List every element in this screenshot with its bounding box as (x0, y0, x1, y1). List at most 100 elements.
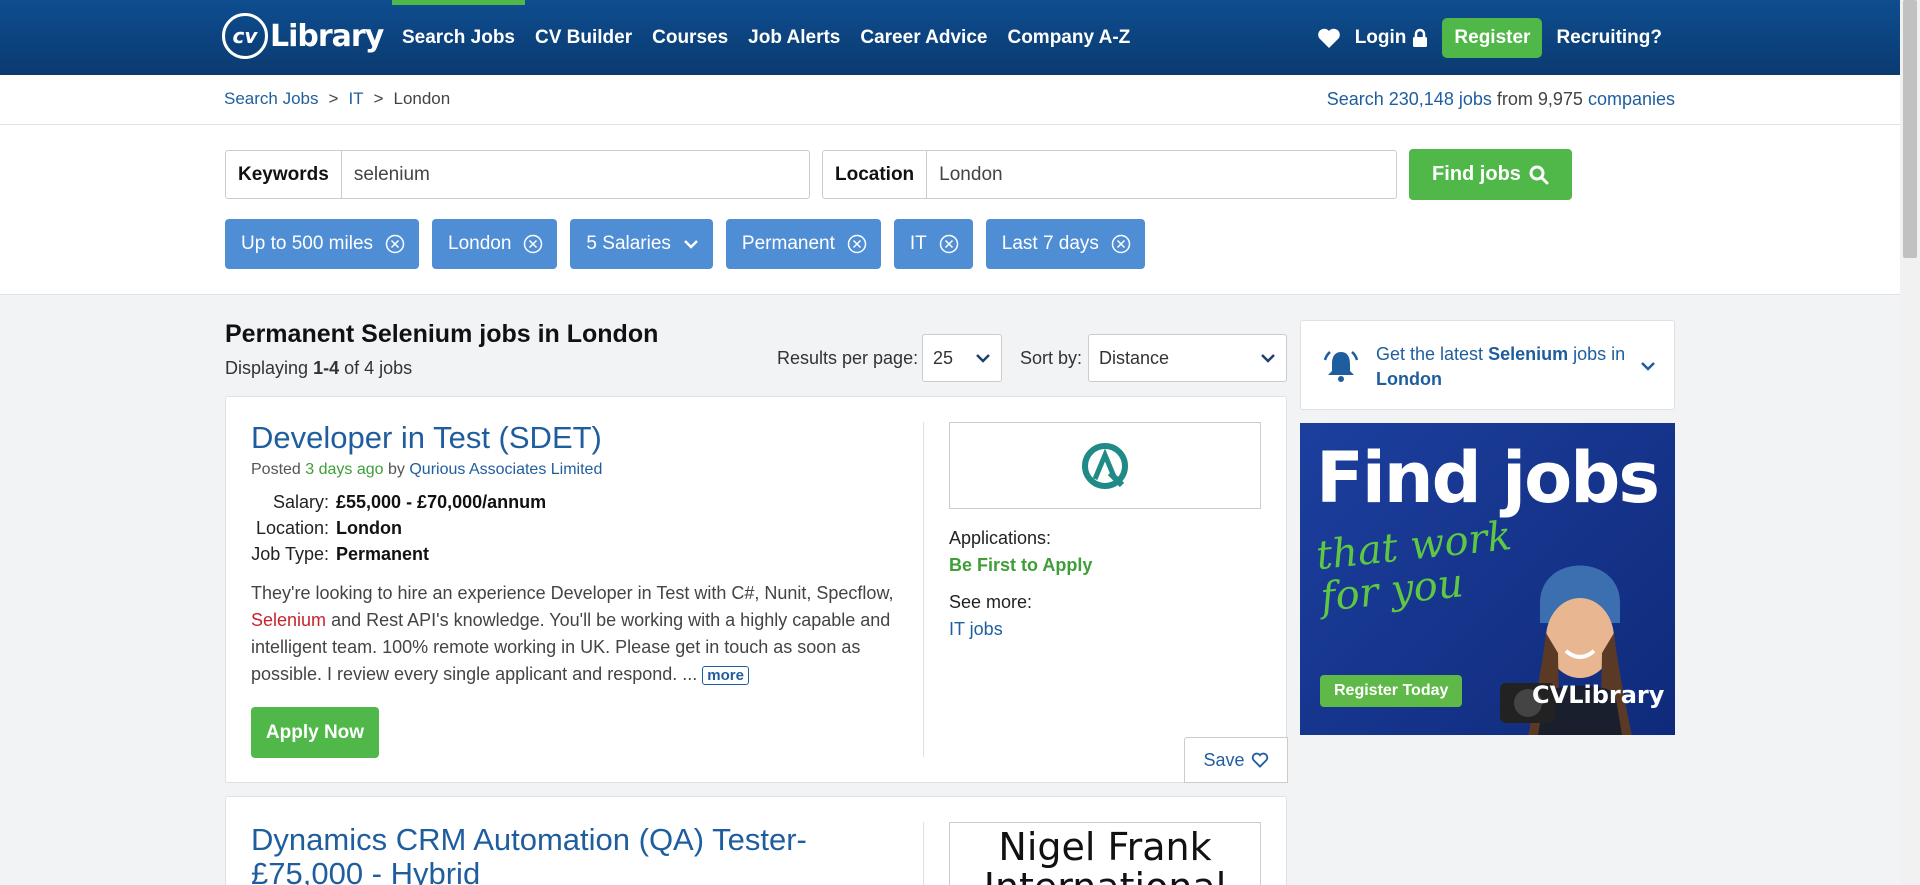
see-more-link[interactable]: IT jobs (949, 616, 1092, 643)
displaying-suffix: of 4 jobs (344, 358, 413, 378)
close-circle-icon[interactable] (847, 234, 867, 254)
close-circle-icon[interactable] (385, 234, 405, 254)
posted-prefix: Posted (251, 461, 301, 478)
stats-companies-link[interactable]: companies (1588, 89, 1675, 109)
sort-select[interactable]: Distance (1088, 334, 1287, 382)
chevron-down-icon (1261, 354, 1275, 363)
scrollbar-thumb[interactable] (1903, 0, 1917, 258)
nav-cv-builder[interactable]: CV Builder (525, 0, 642, 75)
breadcrumb-search-jobs[interactable]: Search Jobs (224, 89, 319, 109)
stats-jobs-link[interactable]: 230,148 jobs (1389, 89, 1492, 109)
nav-search-jobs[interactable]: Search Jobs (392, 0, 525, 75)
login-link[interactable]: Login (1355, 27, 1429, 49)
find-jobs-button[interactable]: Find jobs (1409, 149, 1572, 200)
stats-mid: from (1496, 89, 1533, 109)
per-page-label: Results per page: (777, 348, 919, 368)
recruiting-link[interactable]: Recruiting? (1556, 27, 1662, 49)
close-circle-icon[interactable] (1111, 234, 1131, 254)
breadcrumb-separator: > (328, 89, 339, 108)
breadcrumb-current: London (393, 89, 451, 108)
posted-by: by (388, 461, 405, 478)
location-input[interactable] (927, 151, 1396, 198)
alert-prefix: Get the latest (1376, 344, 1484, 364)
per-page-select[interactable]: 25 (922, 334, 1002, 382)
search-panel: Keywords Location Find jobs Up to 500 mi… (0, 125, 1900, 295)
job-alert-box[interactable]: Get the latest Selenium jobs in London (1300, 320, 1675, 410)
chip-label: Up to 500 miles (241, 233, 374, 254)
keywords-input[interactable] (341, 151, 809, 198)
chip-label: Last 7 days (1001, 233, 1099, 254)
card-divider (923, 422, 924, 757)
company-logo[interactable]: Nigel Frank International (949, 822, 1261, 885)
desc-highlight: Selenium (251, 610, 327, 630)
nav-job-alerts[interactable]: Job Alerts (738, 0, 850, 75)
breadcrumb-it[interactable]: IT (348, 89, 363, 109)
sort-value: Distance (1099, 347, 1170, 368)
filter-chip-distance[interactable]: Up to 500 miles (225, 219, 420, 269)
company-logo-text: Nigel Frank International (984, 825, 1227, 885)
ad-register-button[interactable]: Register Today (1320, 675, 1463, 707)
job-stats: Search 230,148 jobs from 9,975 companies (1327, 89, 1675, 110)
job-title-link[interactable]: Developer in Test (SDET) (251, 421, 602, 455)
advert-banner[interactable]: Find jobs that work for you Register Tod… (1300, 423, 1675, 735)
page-title: Permanent Selenium jobs in London (225, 320, 659, 348)
job-title-link[interactable]: Dynamics CRM Automation (QA) Tester- £75… (251, 823, 891, 885)
main-nav: Search Jobs CV Builder Courses Job Alert… (392, 0, 1140, 75)
nav-career-advice[interactable]: Career Advice (850, 0, 997, 75)
displaying-range: 1-4 (313, 358, 340, 378)
filter-chip-it[interactable]: IT (893, 219, 973, 269)
company-link[interactable]: Qurious Associates Limited (409, 461, 602, 478)
location-row: Location: London (251, 515, 546, 541)
alert-location: London (1376, 369, 1442, 389)
filter-chip-permanent[interactable]: Permanent (725, 219, 881, 269)
nav-courses[interactable]: Courses (642, 0, 738, 75)
location-value: London (336, 518, 402, 538)
chevron-down-icon[interactable] (1640, 361, 1656, 371)
alert-keyword: Selenium (1488, 344, 1569, 364)
bell-icon (1323, 351, 1359, 382)
per-page-value: 25 (933, 347, 954, 368)
close-circle-icon[interactable] (939, 234, 959, 254)
company-logo[interactable] (949, 422, 1261, 509)
alert-mid: jobs in (1573, 344, 1626, 364)
alert-text: Get the latest Selenium jobs in London (1376, 342, 1626, 392)
salary-label: Salary: (272, 492, 329, 512)
more-button[interactable]: more (702, 666, 749, 685)
chip-label: IT (909, 233, 927, 254)
filter-chip-salaries[interactable]: 5 Salaries (570, 219, 713, 269)
posted-when: 3 days ago (305, 461, 384, 478)
job-side-info: Applications: Be First to Apply See more… (949, 525, 1092, 643)
chip-label: London (448, 233, 512, 254)
top-navigation-bar: cv Library Search Jobs CV Builder Course… (0, 0, 1900, 75)
see-more-label: See more: (949, 592, 1033, 612)
apply-now-button[interactable]: Apply Now (251, 707, 379, 758)
logo-text: Library (270, 18, 384, 54)
find-jobs-label: Find jobs (1432, 163, 1521, 185)
chip-label: 5 Salaries (586, 233, 671, 254)
filter-chip-date[interactable]: Last 7 days (985, 219, 1145, 269)
close-circle-icon[interactable] (523, 234, 543, 254)
breadcrumb-bar: Search Jobs > IT > London Search 230,148… (0, 75, 1900, 125)
site-logo[interactable]: cv Library (222, 12, 384, 60)
keywords-field: Keywords (225, 150, 810, 199)
login-label: Login (1354, 26, 1407, 48)
location-label: Location: (255, 518, 329, 538)
filter-chip-location[interactable]: London (432, 219, 558, 269)
save-job-button[interactable]: Save (1184, 737, 1288, 783)
job-description: They're looking to hire an experience De… (251, 580, 896, 689)
location-label: Location (823, 151, 928, 198)
chip-label: Permanent (741, 233, 835, 254)
nav-company-a-z[interactable]: Company A-Z (997, 0, 1140, 75)
lock-icon (1413, 28, 1428, 47)
heart-icon[interactable] (1317, 27, 1341, 49)
job-card: Dynamics CRM Automation (QA) Tester- £75… (225, 796, 1287, 885)
ad-title: Find jobs (1316, 437, 1660, 519)
posted-info: Posted 3 days ago by Qurious Associates … (251, 461, 602, 479)
job-card: Developer in Test (SDET) Posted 3 days a… (225, 396, 1288, 783)
search-icon (1529, 165, 1549, 184)
account-nav: Login Register Recruiting? (1317, 0, 1662, 75)
stats-company-count: 9,975 (1537, 89, 1583, 109)
register-button[interactable]: Register (1442, 17, 1543, 58)
results-count: Displaying 1-4 of 4 jobs (225, 358, 412, 379)
stats-prefix: Search (1326, 89, 1384, 109)
